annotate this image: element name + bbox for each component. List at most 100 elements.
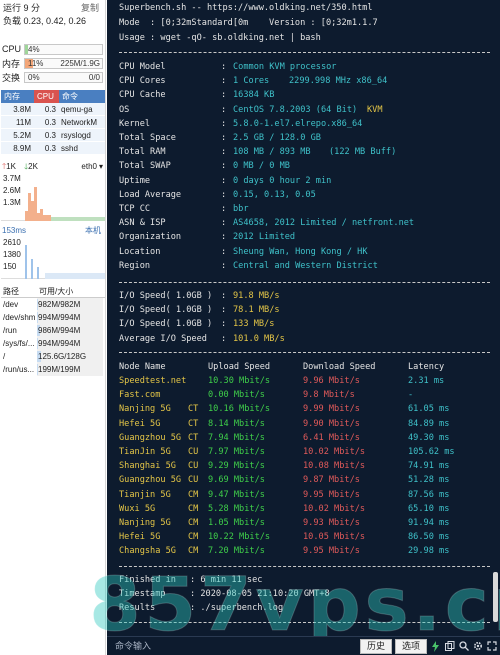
speed-isp: CT	[188, 404, 199, 415]
speed-node: Wuxi 5G	[119, 503, 156, 514]
speed-upload: 9.47 Mbit/s	[208, 489, 265, 500]
network-header: 🡑 1K 🡓 2K eth0 ▾	[0, 161, 105, 173]
sysinfo-key: Organization	[119, 232, 182, 243]
sysinfo-colon: :	[221, 218, 227, 229]
copy-icon[interactable]	[444, 640, 455, 652]
history-button[interactable]: 历史	[359, 638, 392, 654]
ping-host-select[interactable]: 本机	[85, 225, 101, 237]
speed-node: Tianjin 5G	[119, 489, 171, 500]
disk-size: 986M/994M	[38, 326, 81, 335]
meter-row: 内存 11% 225M/1.9G	[0, 56, 105, 70]
speed-upload: 5.28 Mbit/s	[208, 503, 265, 514]
footer-value: : ./superbench.log	[190, 603, 284, 614]
search-icon[interactable]	[458, 640, 469, 652]
speed-download: 9.8 Mbit/s	[303, 390, 355, 401]
ping-y-label: 2610	[3, 238, 21, 247]
speed-isp: CU	[188, 475, 199, 486]
disk-table-header: 路径 可用/大小	[1, 285, 105, 298]
options-button[interactable]: 选项	[394, 638, 427, 654]
ping-value: 153ms	[2, 226, 27, 235]
sysinfo-colon: :	[221, 189, 227, 200]
separator	[119, 282, 490, 283]
process-row[interactable]: 8.9M 0.3 sshd	[1, 142, 105, 155]
io-colon: :	[221, 319, 227, 330]
chevron-down-icon[interactable]: ▾	[99, 161, 103, 173]
process-command: qemu-ga	[61, 105, 93, 114]
sysinfo-value: 1 Cores	[233, 76, 270, 87]
command-input[interactable]: 命令输入	[107, 637, 360, 655]
speed-latency: 105.62 ms	[408, 447, 455, 457]
sysinfo-colon: :	[221, 204, 227, 214]
process-cpu: 0.3	[44, 144, 56, 153]
disk-size: 994M/994M	[38, 313, 81, 322]
maximize-icon[interactable]	[486, 640, 497, 652]
speed-download: 10.05 Mbit/s	[303, 532, 366, 543]
disk-row[interactable]: /run 986M/994M	[1, 324, 105, 337]
process-row[interactable]: 11M 0.3 NetworkM	[1, 116, 105, 129]
ping-graph-labels: 2610 1380 150	[3, 237, 21, 273]
disk-path: /dev/shm	[3, 313, 36, 322]
gear-icon[interactable]	[472, 640, 483, 652]
sysinfo-value: 16384 KB	[233, 90, 275, 101]
io-value: 91.8 MB/s	[233, 291, 280, 301]
io-label: I/O Speed( 1.0GB )	[119, 319, 213, 330]
speed-latency: 91.94 ms	[408, 518, 450, 528]
process-row[interactable]: 5.2M 0.3 rsyslogd	[1, 129, 105, 142]
disk-row[interactable]: /dev/shm 994M/994M	[1, 311, 105, 324]
process-memory: 11M	[16, 118, 31, 127]
sysinfo-colon: :	[221, 161, 227, 172]
lightning-icon[interactable]	[430, 640, 441, 652]
sysinfo-value: 2012 Limited	[233, 232, 296, 243]
speed-download: 10.02 Mbit/s	[303, 447, 366, 457]
io-value: 78.1 MB/s	[233, 305, 280, 316]
footer-key: Results	[119, 603, 156, 614]
io-value: 133 MB/s	[233, 319, 275, 330]
sysinfo-value: 0 days 0 hour 2 min	[233, 175, 332, 186]
speed-download: 9.95 Mbit/s	[303, 546, 360, 557]
disk-path-header: 路径	[3, 287, 19, 296]
sort-by-cpu-header[interactable]: CPU	[34, 90, 59, 103]
speed-header-node: Node Name	[119, 362, 166, 372]
sort-by-command-header[interactable]: 命令	[59, 90, 105, 103]
footer-key: Finished in	[119, 575, 176, 585]
io-value: 101.0 MB/s	[233, 333, 285, 344]
speed-upload: 10.16 Mbit/s	[208, 404, 271, 415]
speed-node: Nanjing 5G	[119, 404, 171, 415]
speed-latency: 84.89 ms	[408, 418, 450, 429]
terminal[interactable]: Superbench.sh -- https://www.oldking.net…	[107, 0, 500, 636]
disk-size: 199M/199M	[38, 365, 81, 374]
disk-row[interactable]: /run/us... 199M/199M	[1, 363, 105, 376]
speed-node: Nanjing 5G	[119, 518, 171, 528]
meter-bar: 11% 225M/1.9G	[24, 57, 103, 69]
sysinfo-value: 0 MB / 0 MB	[233, 161, 290, 172]
disk-row[interactable]: /sys/fs/... 994M/994M	[1, 337, 105, 350]
upload-rate: 1K	[6, 162, 16, 171]
process-row[interactable]: 3.8M 0.3 qemu-ga	[1, 103, 105, 116]
sysinfo-value: Central and Western District	[233, 260, 378, 271]
sidebar: 运行 9 分 复制 负载 0.23, 0.42, 0.26 CPU 4% 内存 11%…	[0, 0, 106, 655]
speed-isp: CT	[188, 418, 199, 429]
sysinfo-key: Region	[119, 260, 151, 271]
sysinfo-key: Total SWAP	[119, 161, 171, 172]
speed-download: 9.96 Mbit/s	[303, 376, 360, 386]
speed-upload: 9.29 Mbit/s	[208, 461, 265, 472]
speed-isp: CM	[188, 518, 199, 528]
copy-button[interactable]: 复制	[81, 2, 99, 15]
disk-usage-bar: 199M/199M	[37, 363, 103, 376]
speed-upload: 8.14 Mbit/s	[208, 418, 265, 429]
speed-isp: CU	[188, 447, 199, 457]
disk-row[interactable]: / 125.6G/128G	[1, 350, 105, 363]
speed-node: Hefei 5G	[119, 532, 161, 543]
speed-latency: 2.31 ms	[408, 376, 445, 386]
network-interface-select[interactable]: eth0	[81, 161, 97, 173]
speed-header-upload: Upload Speed	[208, 362, 271, 372]
sysinfo-key: ASN & ISP	[119, 218, 166, 229]
terminal-scrollbar[interactable]	[493, 572, 498, 622]
disk-path: /sys/fs/...	[3, 339, 35, 348]
sysinfo-value: 108 MB / 893 MB	[233, 147, 311, 158]
speed-node: Speedtest.net	[119, 376, 187, 386]
disk-row[interactable]: /dev 982M/982M	[1, 298, 105, 311]
sysinfo-value: 2.5 GB / 128.0 GB	[233, 133, 321, 143]
sort-by-memory-header[interactable]: 内存	[1, 90, 34, 103]
disk-size-header: 可用/大小	[39, 287, 74, 296]
